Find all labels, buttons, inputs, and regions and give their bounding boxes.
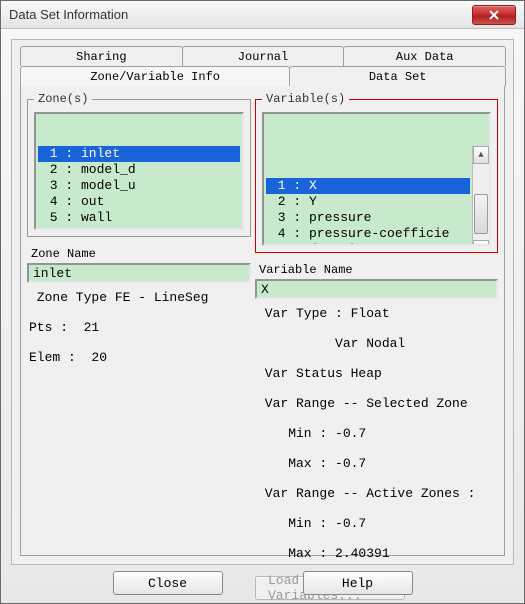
zone-type-text: Zone Type FE - LineSeg	[29, 289, 249, 307]
variable-column: Variable(s) 1 : X 2 : Y 3 : pressure 4 :…	[255, 92, 498, 549]
var-type-text: Var Type : Float	[257, 305, 496, 323]
scroll-down-icon[interactable]: ▼	[473, 240, 489, 246]
zone-list-item[interactable]: 5 : wall	[38, 210, 240, 226]
tab-content: Zone(s) 1 : inlet 2 : model_d 3 : model_…	[20, 86, 505, 556]
zone-column: Zone(s) 1 : inlet 2 : model_d 3 : model_…	[27, 92, 251, 549]
zone-list-item[interactable]: 1 : inlet	[38, 146, 240, 162]
tab-journal[interactable]: Journal	[182, 46, 345, 66]
scroll-track[interactable]	[473, 164, 489, 240]
dialog-window: Data Set Information Sharing Journal Aux…	[0, 0, 525, 604]
vertical-scrollbar[interactable]: ▲ ▼	[472, 146, 489, 246]
close-icon[interactable]	[472, 5, 516, 25]
dialog-footer: Close Help	[1, 569, 524, 597]
tab-sharing[interactable]: Sharing	[20, 46, 183, 66]
var-nodal-text: Var Nodal	[257, 335, 496, 353]
tab-zone-variable-info[interactable]: Zone/Variable Info	[20, 66, 290, 86]
zone-list-item[interactable]: 3 : model_u	[38, 178, 240, 194]
zones-legend: Zone(s)	[34, 92, 92, 106]
variable-name-input[interactable]	[255, 279, 498, 299]
title-text: Data Set Information	[9, 7, 472, 22]
var-sel-max-text: Max : -0.7	[257, 455, 496, 473]
variable-list-item[interactable]: 1 : X	[266, 178, 470, 194]
zone-elem-text: Elem : 20	[29, 349, 249, 367]
zones-listbox[interactable]: 1 : inlet 2 : model_d 3 : model_u 4 : ou…	[34, 112, 244, 230]
zone-name-label: Zone Name	[31, 247, 251, 261]
var-status-text: Var Status Heap	[257, 365, 496, 383]
variables-listbox[interactable]: 1 : X 2 : Y 3 : pressure 4 : pressure-co…	[262, 112, 491, 246]
tab-aux-data[interactable]: Aux Data	[343, 46, 506, 66]
variable-list-item[interactable]: 5 : dynamic-pressure	[266, 242, 470, 246]
var-act-max-text: Max : 2.40391	[257, 545, 496, 563]
var-range-active-label: Var Range -- Active Zones :	[257, 485, 496, 503]
variable-list-item[interactable]: 3 : pressure	[266, 210, 470, 226]
scroll-up-icon[interactable]: ▲	[473, 146, 489, 164]
zones-group: Zone(s) 1 : inlet 2 : model_d 3 : model_…	[27, 92, 251, 237]
close-button[interactable]: Close	[113, 571, 223, 595]
zone-name-input[interactable]	[27, 263, 251, 283]
variable-list-item[interactable]: 4 : pressure-coefficie	[266, 226, 470, 242]
tab-data-set[interactable]: Data Set	[289, 66, 506, 86]
help-button[interactable]: Help	[303, 571, 413, 595]
var-act-min-text: Min : -0.7	[257, 515, 496, 533]
dialog-body: Sharing Journal Aux Data Zone/Variable I…	[11, 39, 514, 565]
variables-legend: Variable(s)	[262, 92, 349, 106]
zone-pts-text: Pts : 21	[29, 319, 249, 337]
var-sel-min-text: Min : -0.7	[257, 425, 496, 443]
tab-row-top: Sharing Journal Aux Data	[20, 46, 505, 66]
scroll-thumb[interactable]	[474, 194, 488, 234]
zone-list-item[interactable]: 4 : out	[38, 194, 240, 210]
zone-list-item[interactable]: 2 : model_d	[38, 162, 240, 178]
variable-name-label: Variable Name	[259, 263, 498, 277]
tab-row-sub: Zone/Variable Info Data Set	[20, 66, 505, 86]
variable-list-item[interactable]: 2 : Y	[266, 194, 470, 210]
var-range-selected-label: Var Range -- Selected Zone	[257, 395, 496, 413]
titlebar: Data Set Information	[1, 1, 524, 29]
variables-group: Variable(s) 1 : X 2 : Y 3 : pressure 4 :…	[255, 92, 498, 253]
